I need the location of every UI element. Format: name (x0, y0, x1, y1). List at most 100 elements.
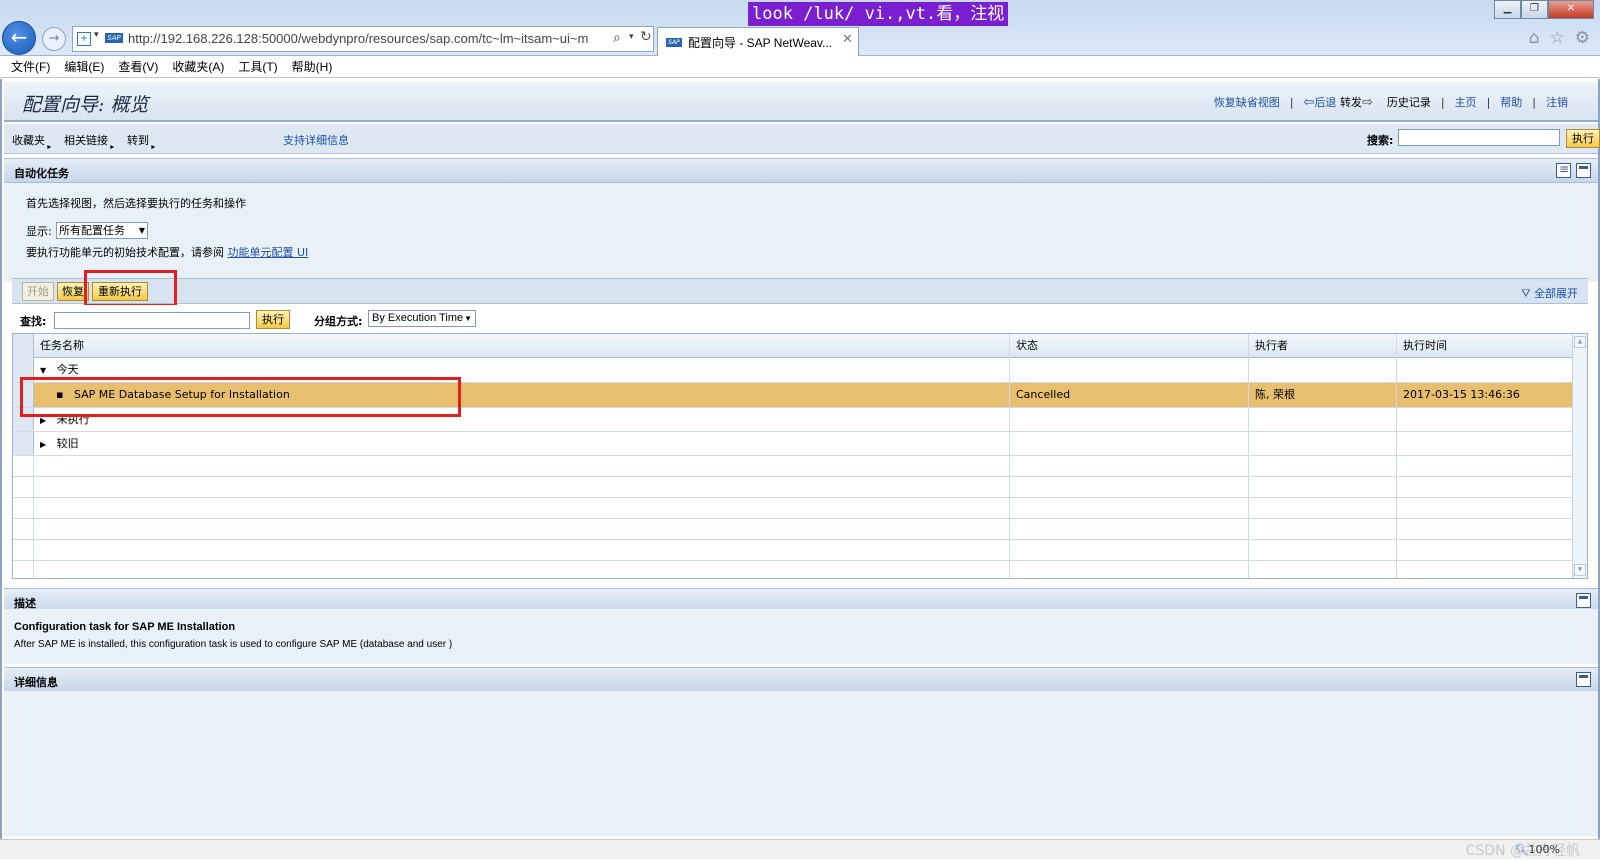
empty-row (13, 540, 1573, 561)
search-execute-button[interactable]: 执行 (1566, 129, 1600, 148)
address-bar[interactable]: + ▾ SAP http://192.168.226.128:50000/web… (72, 26, 654, 52)
separator: | (1486, 95, 1491, 109)
empty-row (13, 519, 1573, 540)
status-cell (1010, 358, 1249, 382)
menu-edit[interactable]: 编辑(E) (57, 58, 111, 75)
col-status[interactable]: 状态 (1010, 334, 1249, 358)
favorites-menu[interactable]: 收藏夹 (12, 132, 51, 150)
star-icon[interactable]: ☆ (1550, 28, 1565, 48)
group-label: 分组方式: (314, 315, 363, 328)
minimize-panel-icon[interactable] (1576, 672, 1591, 687)
start-button[interactable]: 开始 (22, 282, 54, 301)
intro-text: 首先选择视图，然后选择要执行的任务和操作 (26, 197, 246, 210)
details-panel-header: 详细信息 (4, 667, 1598, 692)
menu-favorites[interactable]: 收藏夹(A) (165, 58, 231, 75)
menu-help[interactable]: 帮助(H) (285, 58, 340, 75)
minimize-icon[interactable]: ▁ (1494, 0, 1521, 19)
group-select-value: By Execution Time (372, 312, 464, 324)
description-heading: Configuration task for SAP ME Installati… (14, 621, 236, 633)
show-select[interactable]: 所有配置任务 ▼ (56, 222, 148, 239)
forward-arrow-icon[interactable]: → (42, 27, 66, 51)
home-icon[interactable]: ⌂ (1529, 28, 1540, 48)
home-link[interactable]: 主页 (1455, 94, 1477, 110)
minimize-panel-icon[interactable] (1576, 163, 1591, 178)
vertical-scrollbar[interactable]: ▲ ▼ (1572, 334, 1587, 578)
back-link[interactable]: 后退 (1314, 94, 1336, 110)
chevron-down-icon[interactable]: ▾ (94, 30, 99, 40)
browser-tab[interactable]: SAP 配置向导 - SAP NetWeav... ✕ (657, 27, 859, 56)
menu-bar: 文件(F) 编辑(E) 查看(V) 收藏夹(A) 工具(T) 帮助(H) (0, 56, 1600, 78)
browser-chrome: ← → + ▾ SAP http://192.168.226.128:50000… (0, 0, 1600, 56)
page-content: 配置向导: 概览 恢复缺省视图 | ⇦ 后退 转发 ⇨ 历史记录 | 主页 | … (0, 79, 1600, 839)
dropdown-icon[interactable]: ▾ (629, 32, 634, 42)
related-links-menu[interactable]: 相关链接 (64, 132, 114, 150)
search-icon[interactable]: ⌕ (613, 30, 621, 46)
task-toolbar: 开始 恢复 重新执行 ⛛ 全部展开 (12, 278, 1588, 304)
description-text: After SAP ME is installed, this configur… (14, 639, 453, 650)
restore-default-link[interactable]: 恢复缺省视图 (1214, 94, 1280, 110)
chevron-down-icon: ▼ (464, 314, 472, 323)
gear-icon[interactable]: ⚙ (1575, 28, 1590, 48)
separator: | (1289, 95, 1294, 109)
back-arrow-icon[interactable]: ⇦ (1304, 95, 1315, 110)
window-controls: ▁ ❐ ✕ (1494, 0, 1594, 19)
list-icon[interactable] (1556, 162, 1571, 178)
col-executor[interactable]: 执行者 (1249, 334, 1397, 358)
menu-tools[interactable]: 工具(T) (231, 58, 284, 75)
col-time[interactable]: 执行时间 (1397, 334, 1573, 358)
show-label: 显示: (26, 225, 52, 238)
help-link[interactable]: 帮助 (1500, 94, 1522, 110)
select-all-cell[interactable] (13, 334, 34, 358)
expand-closed-icon[interactable]: ▶ (40, 440, 46, 449)
find-execute-button[interactable]: 执行 (256, 310, 290, 329)
col-task-name[interactable]: 任务名称 (34, 334, 1010, 358)
show-select-value: 所有配置任务 (59, 224, 125, 237)
forward-arrow-icon[interactable]: ⇨ (1362, 95, 1373, 110)
description-panel-body: Configuration task for SAP ME Installati… (4, 609, 1598, 664)
logoff-link[interactable]: 注销 (1546, 94, 1568, 110)
expand-closed-icon[interactable]: ▶ (40, 416, 46, 425)
table-header: 任务名称 状态 执行者 执行时间 (13, 334, 1573, 358)
header-links: 恢复缺省视图 | ⇦ 后退 转发 ⇨ 历史记录 | 主页 | 帮助 | 注销 (1214, 94, 1568, 110)
menu-file[interactable]: 文件(F) (4, 58, 57, 75)
executor-cell (1249, 432, 1397, 455)
minimize-panel-icon[interactable] (1576, 593, 1591, 608)
page-title: 配置向导: 概览 (22, 94, 149, 116)
refresh-icon[interactable]: ↻ (640, 29, 652, 45)
row-selector[interactable] (13, 432, 34, 455)
find-label: 查找: (20, 315, 47, 328)
status-cell: Cancelled (1010, 383, 1249, 407)
task-name-cell: ▶ 较旧 (34, 432, 1010, 455)
table-row[interactable]: ▶ 较旧 (13, 432, 1573, 456)
filter-icon: ⛛ (1521, 287, 1531, 300)
executor-cell: 陈, 荣根 (1249, 383, 1397, 407)
task-table: 任务名称 状态 执行者 执行时间 ▼ 今天 ▪ SAP ME Database … (12, 333, 1588, 579)
maximize-icon[interactable]: ❐ (1521, 0, 1548, 19)
find-input[interactable] (54, 312, 250, 329)
expand-open-icon[interactable]: ▼ (40, 366, 46, 375)
support-info-link[interactable]: 支持详细信息 (283, 132, 349, 148)
search-label: 搜索: (1367, 134, 1394, 147)
sap-logo-icon: SAP (666, 38, 682, 47)
scroll-up-icon[interactable]: ▲ (1574, 336, 1586, 348)
close-window-icon[interactable]: ✕ (1548, 0, 1594, 19)
scroll-down-icon[interactable]: ▼ (1574, 564, 1586, 576)
url-text[interactable]: http://192.168.226.128:50000/webdynpro/r… (128, 31, 608, 46)
forward-link[interactable]: 转发 (1340, 94, 1362, 110)
search-input[interactable] (1398, 129, 1560, 146)
close-icon[interactable]: ✕ (842, 32, 853, 47)
goto-menu[interactable]: 转到 (127, 132, 155, 150)
zoom-icon: 🔍︎ (1514, 843, 1529, 856)
group-select[interactable]: By Execution Time ▼ (368, 310, 476, 327)
note-prefix: 要执行功能单元的初始技术配置，请参阅 (26, 246, 224, 259)
empty-row (13, 561, 1573, 578)
status-cell (1010, 432, 1249, 455)
back-arrow-icon[interactable]: ← (2, 21, 36, 55)
history-link[interactable]: 历史记录 (1387, 94, 1431, 110)
menu-view[interactable]: 查看(V) (111, 58, 165, 75)
functional-unit-link[interactable]: 功能单元配置 UI (228, 246, 309, 259)
zoom-level[interactable]: 🔍︎100% (1515, 843, 1560, 856)
expand-all-link[interactable]: ⛛ 全部展开 (1521, 285, 1578, 301)
note-text: 要执行功能单元的初始技术配置，请参阅 功能单元配置 UI (26, 244, 308, 260)
executor-cell (1249, 358, 1397, 382)
